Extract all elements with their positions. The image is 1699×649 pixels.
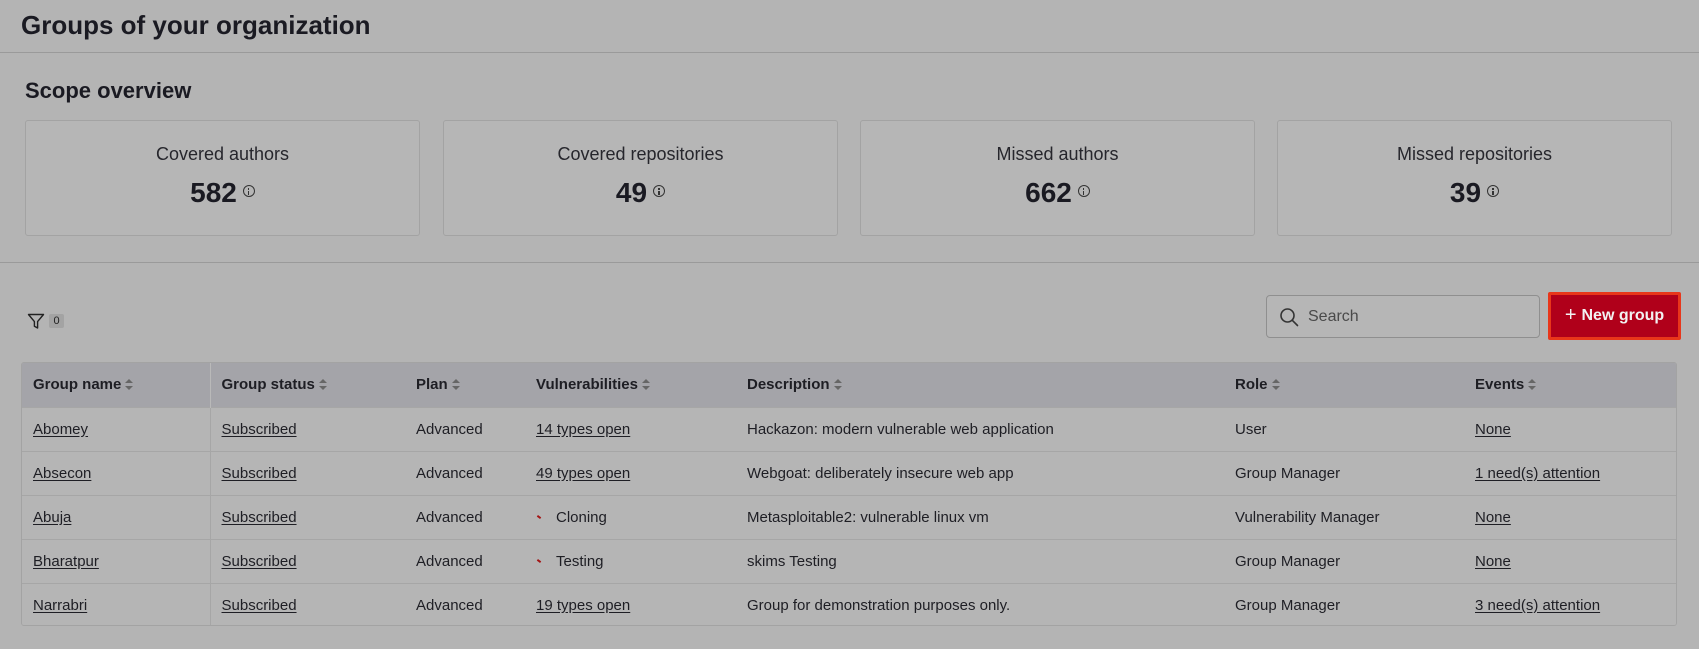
card-covered-authors: Covered authors 582 [25,120,420,236]
description-cell: Hackazon: modern vulnerable web applicat… [736,406,1224,451]
group-status-link[interactable]: Subscribed [222,421,297,438]
description-cell: skims Testing [736,538,1224,583]
card-missed-repositories: Missed repositories 39 [1277,120,1672,236]
role-cell: Group Manager [1224,450,1464,495]
vulnerabilities-status: Cloning [556,508,607,526]
plan-cell: Advanced [405,538,525,583]
sort-icon[interactable] [1528,378,1537,390]
loading-spinner-icon [536,559,542,565]
plan-cell: Advanced [405,582,525,625]
group-status-link[interactable]: Subscribed [222,553,297,570]
description-cell: Metasploitable2: vulnerable linux vm [736,494,1224,539]
group-name-link[interactable]: Narrabri [33,597,87,614]
filter-count-badge: 0 [49,314,64,328]
group-name-link[interactable]: Abomey [33,421,88,438]
sort-icon[interactable] [833,378,842,390]
role-cell: User [1224,406,1464,451]
column-header-group-name[interactable]: Group name [22,363,211,407]
sort-icon[interactable] [318,378,327,390]
card-missed-authors: Missed authors 662 [860,120,1255,236]
group-name-link[interactable]: Abuja [33,509,71,526]
search-box[interactable] [1266,295,1542,338]
column-header-vulnerabilities[interactable]: Vulnerabilities [525,363,736,407]
description-cell: Group for demonstration purposes only. [736,582,1224,625]
sort-icon[interactable] [125,378,134,390]
filter-icon [27,313,45,329]
search-input[interactable] [1304,296,1542,337]
events-link[interactable]: 3 need(s) attention [1475,597,1600,614]
column-header-events[interactable]: Events [1464,363,1676,407]
card-label: Missed authors [996,144,1119,164]
card-value: 49 [615,177,648,208]
card-covered-repositories: Covered repositories 49 [443,120,838,236]
group-name-link[interactable]: Absecon [33,465,91,482]
role-cell: Group Manager [1224,538,1464,583]
groups-table: Group name Group status Plan Vulnerabili… [21,362,1677,626]
card-label: Missed repositories [1396,144,1553,164]
column-header-group-status[interactable]: Group status [210,363,405,407]
card-label: Covered authors [155,144,290,164]
table-header-row: Group name Group status Plan Vulnerabili… [22,363,1676,407]
description-cell: Webgoat: deliberately insecure web app [736,450,1224,495]
events-link[interactable]: None [1475,421,1511,438]
table-row[interactable]: Absecon Subscribed Advanced 49 types ope… [22,450,1676,495]
scope-cards: Covered authors 582 Covered repositories… [25,120,1675,237]
column-header-description[interactable]: Description [736,363,1224,407]
info-icon[interactable] [242,185,255,197]
vulnerabilities-link[interactable]: 14 types open [536,421,630,438]
vulnerabilities-link[interactable]: 49 types open [536,465,630,482]
column-header-role[interactable]: Role [1224,363,1464,407]
vulnerabilities-status: Testing [556,552,604,570]
plan-cell: Advanced [405,494,525,539]
role-cell: Vulnerability Manager [1224,494,1464,539]
info-icon[interactable] [1487,185,1500,197]
sort-icon[interactable] [1271,378,1280,390]
groups-page: Groups of your organization Scope overvi… [0,0,1699,649]
group-name-link[interactable]: Bharatpur [33,553,99,570]
plus-icon: + [1564,303,1577,326]
info-icon[interactable] [1077,185,1090,197]
new-group-label: New group [1581,307,1665,324]
card-value: 582 [190,177,237,208]
table-row[interactable]: Bharatpur Subscribed Advanced Testing sk… [22,538,1676,583]
search-icon [1280,308,1299,327]
plan-cell: Advanced [405,406,525,451]
sort-icon[interactable] [451,378,460,390]
table-row[interactable]: Narrabri Subscribed Advanced 19 types op… [22,582,1676,625]
events-link[interactable]: 1 need(s) attention [1475,465,1600,482]
scope-overview-title: Scope overview [25,78,192,103]
table-row[interactable]: Abuja Subscribed Advanced Cloning Metasp… [22,494,1676,539]
section-divider [0,262,1699,263]
loading-spinner-icon [536,515,542,521]
table-row[interactable]: Abomey Subscribed Advanced 14 types open… [22,406,1676,451]
new-group-button[interactable]: + New group [1548,292,1681,340]
events-link[interactable]: None [1475,509,1511,526]
info-icon[interactable] [653,185,666,197]
group-status-link[interactable]: Subscribed [222,509,297,526]
group-status-link[interactable]: Subscribed [222,465,297,482]
page-title: Groups of your organization [21,10,371,40]
column-header-plan[interactable]: Plan [405,363,525,407]
card-label: Covered repositories [557,144,724,164]
vulnerabilities-link[interactable]: 19 types open [536,597,630,614]
role-cell: Group Manager [1224,582,1464,625]
sort-icon[interactable] [641,378,650,390]
filter-button[interactable]: 0 [27,311,64,331]
events-link[interactable]: None [1475,553,1511,570]
plan-cell: Advanced [405,450,525,495]
group-status-link[interactable]: Subscribed [222,597,297,614]
page-header: Groups of your organization [0,0,1699,53]
card-value: 39 [1449,177,1482,208]
card-value: 662 [1025,177,1072,208]
